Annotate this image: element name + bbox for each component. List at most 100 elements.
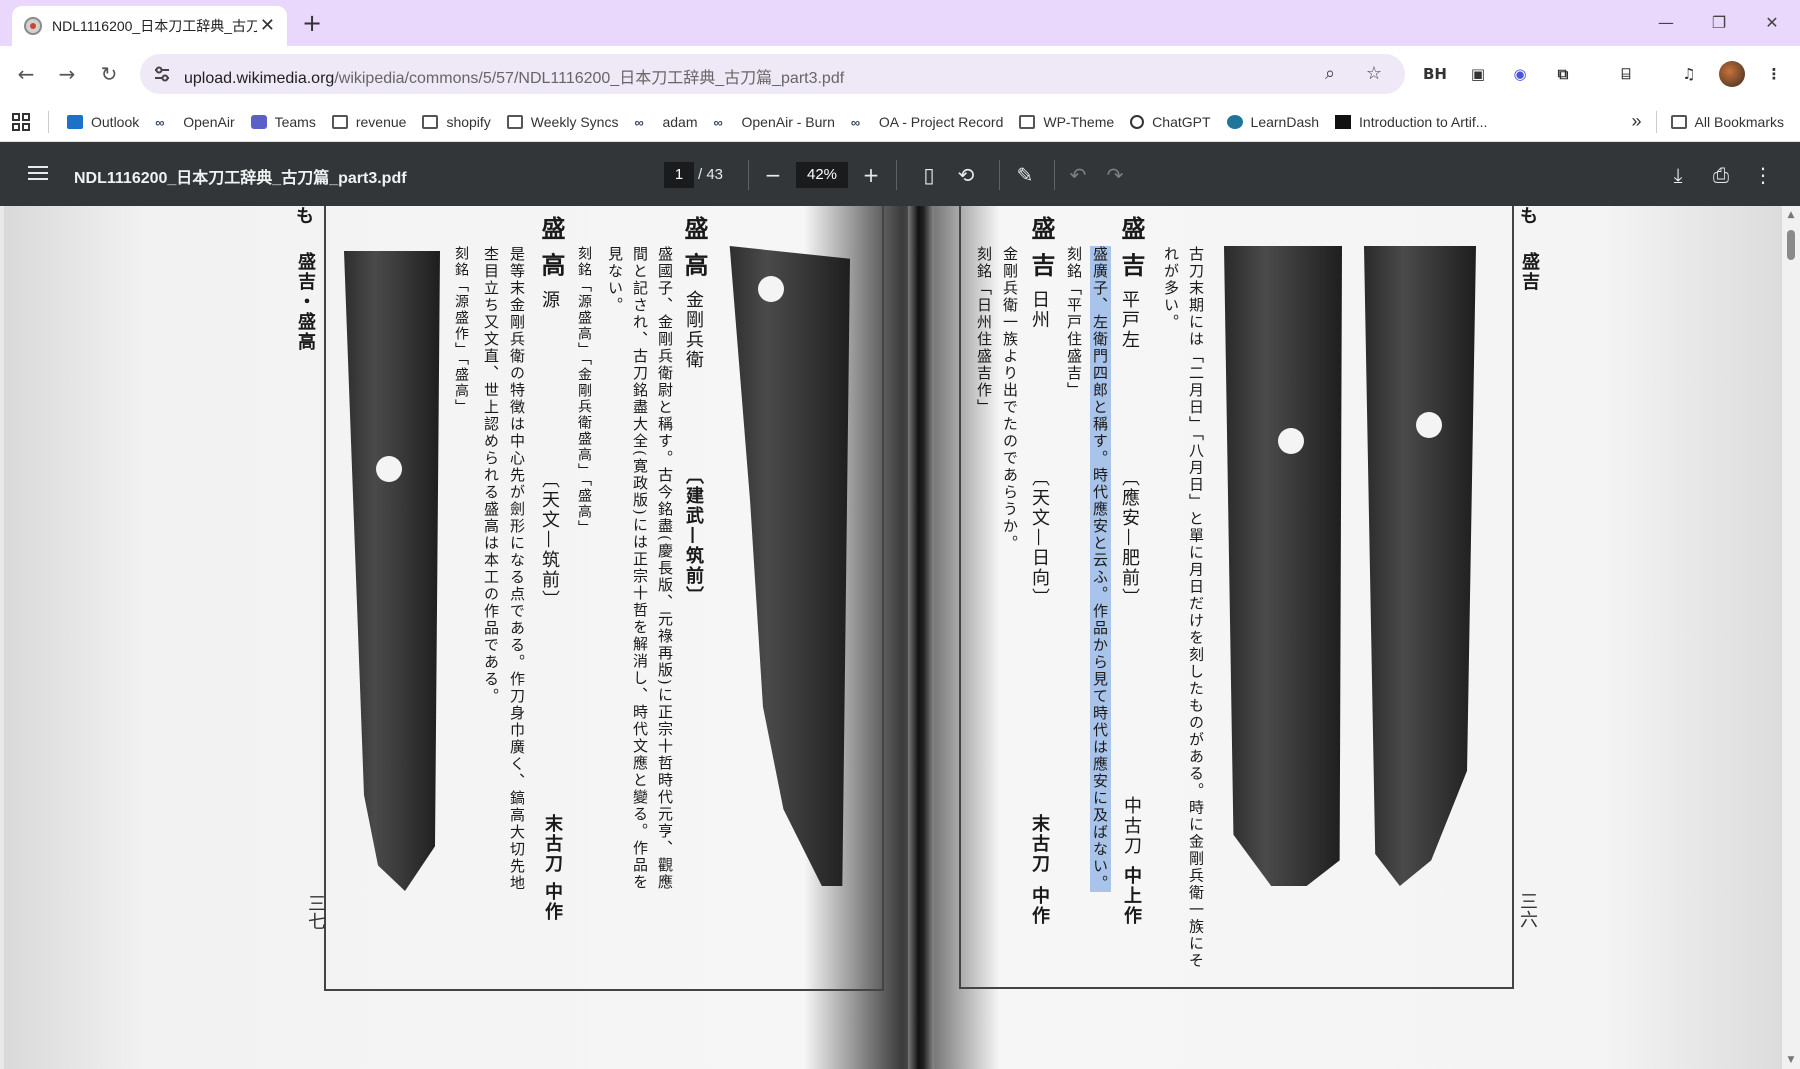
bookmark-wp-theme[interactable]: WP-Theme	[1011, 107, 1122, 137]
bookmarks-divider	[48, 110, 49, 133]
tab-strip: NDL1116200_日本刀工辞典_古刀篇_part3.pdf ✕ + — ❐ …	[0, 0, 1800, 46]
tang-hole	[1416, 412, 1442, 438]
left-entry1-school: 金剛兵衛	[683, 290, 704, 370]
left-entry2-body-1: 是等末金剛兵衛の特徴は中心先が劍形になる点である。作刀身巾廣く、鎬高大切先地	[508, 246, 526, 892]
left-entry1-body-1: 盛國子、金剛兵衛尉と稱す。古今銘盡(慶長版、元祿再版)に正宗十哲時代元亨、觀應	[656, 246, 674, 891]
left-entry1-inscription: 刻銘「源盛高」「金剛兵衛盛高」「盛高」	[576, 246, 592, 536]
tab-search-icon[interactable]: ⌸	[1612, 60, 1640, 88]
pdf-toolbar: NDL1116200_日本刀工辞典_古刀篇_part3.pdf 1 / 43 −…	[0, 142, 1800, 206]
pdf-sidebar-menu-icon[interactable]	[26, 162, 50, 186]
close-window-button[interactable]: ✕	[1752, 8, 1792, 38]
annotate-button[interactable]: ✎	[1010, 160, 1040, 190]
bookmark-openair-burn[interactable]: ∞ OpenAir - Burn	[706, 107, 843, 137]
teams-icon	[250, 114, 267, 129]
new-tab-button[interactable]: +	[298, 10, 326, 38]
undo-button[interactable]: ↶	[1063, 160, 1093, 190]
zoom-in-button[interactable]: +	[856, 160, 886, 190]
bookmark-label: shopify	[446, 113, 491, 130]
right-entry2-body-1: 金剛兵衛一族より出でたのであらうか。	[1001, 246, 1019, 552]
rotate-button[interactable]: ⟲	[951, 160, 981, 190]
redo-button[interactable]: ↷	[1100, 160, 1130, 190]
tang-hole	[758, 276, 784, 302]
bookmarks-bar: Outlook ∞ OpenAir Teams revenue shopify W…	[0, 102, 1800, 142]
right-header-mark: も	[1517, 206, 1538, 226]
restore-button[interactable]: ❐	[1699, 8, 1739, 38]
extension-icon[interactable]: ▣	[1464, 60, 1492, 88]
bookmark-revenue[interactable]: revenue	[324, 107, 415, 137]
folder-icon	[422, 114, 439, 129]
forward-button[interactable]: →	[51, 58, 83, 90]
reload-button[interactable]: ↻	[93, 58, 125, 90]
tang-hole	[1278, 428, 1304, 454]
site-icon	[1335, 114, 1352, 129]
right-entry1-period: 〔應安—肥前〕	[1119, 468, 1140, 608]
folder-icon	[1019, 114, 1036, 129]
url-host: upload.wikimedia.org	[184, 70, 335, 87]
profile-avatar[interactable]	[1719, 61, 1745, 87]
wordpress-icon	[1226, 114, 1243, 129]
page-number-input[interactable]: 1	[664, 162, 694, 188]
right-header-title: 盛吉	[1519, 252, 1540, 292]
right-entry2-grade: 末古刀	[1029, 814, 1050, 874]
pdf-more-actions-button[interactable]: ⋮	[1748, 160, 1778, 190]
browser-menu-icon[interactable]: ⋮	[1760, 60, 1788, 88]
tab-close-icon[interactable]: ✕	[260, 17, 275, 35]
pdf-viewer[interactable]: も 盛吉・盛高 三七 刻銘「源盛作」「盛高」 杢目立ち又文直、世上認められる盛高…	[0, 206, 1800, 1069]
url-text[interactable]: upload.wikimedia.org/wikipedia/commons/5…	[184, 64, 844, 88]
folder-icon	[506, 114, 523, 129]
bookmark-weekly-syncs[interactable]: Weekly Syncs	[499, 107, 627, 137]
download-button[interactable]: ⤓	[1663, 160, 1693, 190]
back-button[interactable]: ←	[10, 58, 42, 90]
bookmark-label: revenue	[355, 113, 407, 130]
scroll-down-icon[interactable]: ▼	[1786, 1055, 1796, 1065]
scrollbar-thumb[interactable]	[1787, 230, 1795, 260]
zoom-out-button[interactable]: −	[758, 160, 788, 190]
extension-circle-icon[interactable]: ◉	[1506, 60, 1534, 88]
right-page-number: 三六	[1517, 892, 1538, 928]
sword-tang-image-right-2	[1364, 246, 1476, 886]
fit-page-button[interactable]: ▯	[914, 160, 944, 190]
right-entry1-grade: 中古刀	[1121, 796, 1142, 856]
bookmark-shopify[interactable]: shopify	[414, 107, 498, 137]
minimize-button[interactable]: —	[1646, 8, 1686, 38]
bookmark-star-icon[interactable]: ☆	[1362, 62, 1386, 86]
left-header-title: 盛吉・盛高	[295, 252, 316, 352]
bookmarks-divider	[1655, 110, 1657, 133]
folder-icon	[1670, 114, 1687, 129]
all-bookmarks-button[interactable]: All Bookmarks	[1663, 107, 1792, 137]
apps-icon[interactable]	[0, 107, 38, 137]
zoom-icon[interactable]: ⌕	[1318, 62, 1342, 86]
left-entry1-name: 盛 高	[680, 216, 709, 279]
openair-icon: ∞	[155, 114, 165, 130]
bookmark-adam[interactable]: ∞ adam	[626, 107, 705, 137]
media-icon[interactable]: ♫	[1675, 60, 1703, 88]
left-entry2-period: 〔天文—筑前〕	[539, 470, 560, 610]
scanned-page-spread: も 盛吉・盛高 三七 刻銘「源盛作」「盛高」 杢目立ち又文直、世上認められる盛高…	[4, 206, 1782, 1069]
right-entry1-body-highlighted[interactable]: 盛廣子、左衛門四郎と稱す。時代應安と云ふ。作品から見て時代は應安に及ばない。	[1090, 246, 1111, 892]
puzzle-icon[interactable]: ⧉	[1549, 60, 1577, 88]
bookmark-label: ChatGPT	[1152, 113, 1211, 130]
bookmark-oa-project-record[interactable]: ∞ OA - Project Record	[843, 107, 1012, 137]
extension-bh-icon[interactable]: BH	[1421, 60, 1449, 88]
vertical-scrollbar[interactable]: ▲ ▼	[1782, 206, 1800, 1069]
site-info-icon[interactable]	[152, 64, 172, 84]
bookmark-teams[interactable]: Teams	[243, 107, 324, 137]
print-button[interactable]: ⎙	[1706, 160, 1736, 190]
bookmark-outlook[interactable]: Outlook	[59, 107, 147, 137]
address-bar[interactable]: upload.wikimedia.org/wikipedia/commons/5…	[140, 54, 1405, 94]
left-entry1-body-2: 間と記され、古刀銘盡大全(寛政版)には正宗十哲を解消し、時代文應と變る。作品を	[631, 246, 649, 891]
scroll-up-icon[interactable]: ▲	[1786, 210, 1796, 220]
right-entry2-period: 〔天文—日向〕	[1029, 468, 1050, 608]
openair-icon: ∞	[713, 114, 723, 130]
bookmark-chatgpt[interactable]: ChatGPT	[1122, 107, 1218, 137]
toolbar-separator	[748, 160, 749, 190]
bookmark-learndash[interactable]: LearnDash	[1219, 107, 1328, 137]
book-spine	[908, 206, 934, 1069]
bookmark-introduction[interactable]: Introduction to Artif...	[1327, 107, 1495, 137]
zoom-level-input[interactable]: 42%	[796, 162, 848, 188]
folder-icon	[331, 114, 348, 129]
bookmarks-overflow-button[interactable]: »	[1624, 107, 1650, 137]
right-entry2-name: 盛 吉	[1027, 216, 1056, 279]
bookmark-openair[interactable]: ∞ OpenAir	[147, 107, 242, 137]
active-tab[interactable]: NDL1116200_日本刀工辞典_古刀篇_part3.pdf ✕	[12, 6, 287, 46]
